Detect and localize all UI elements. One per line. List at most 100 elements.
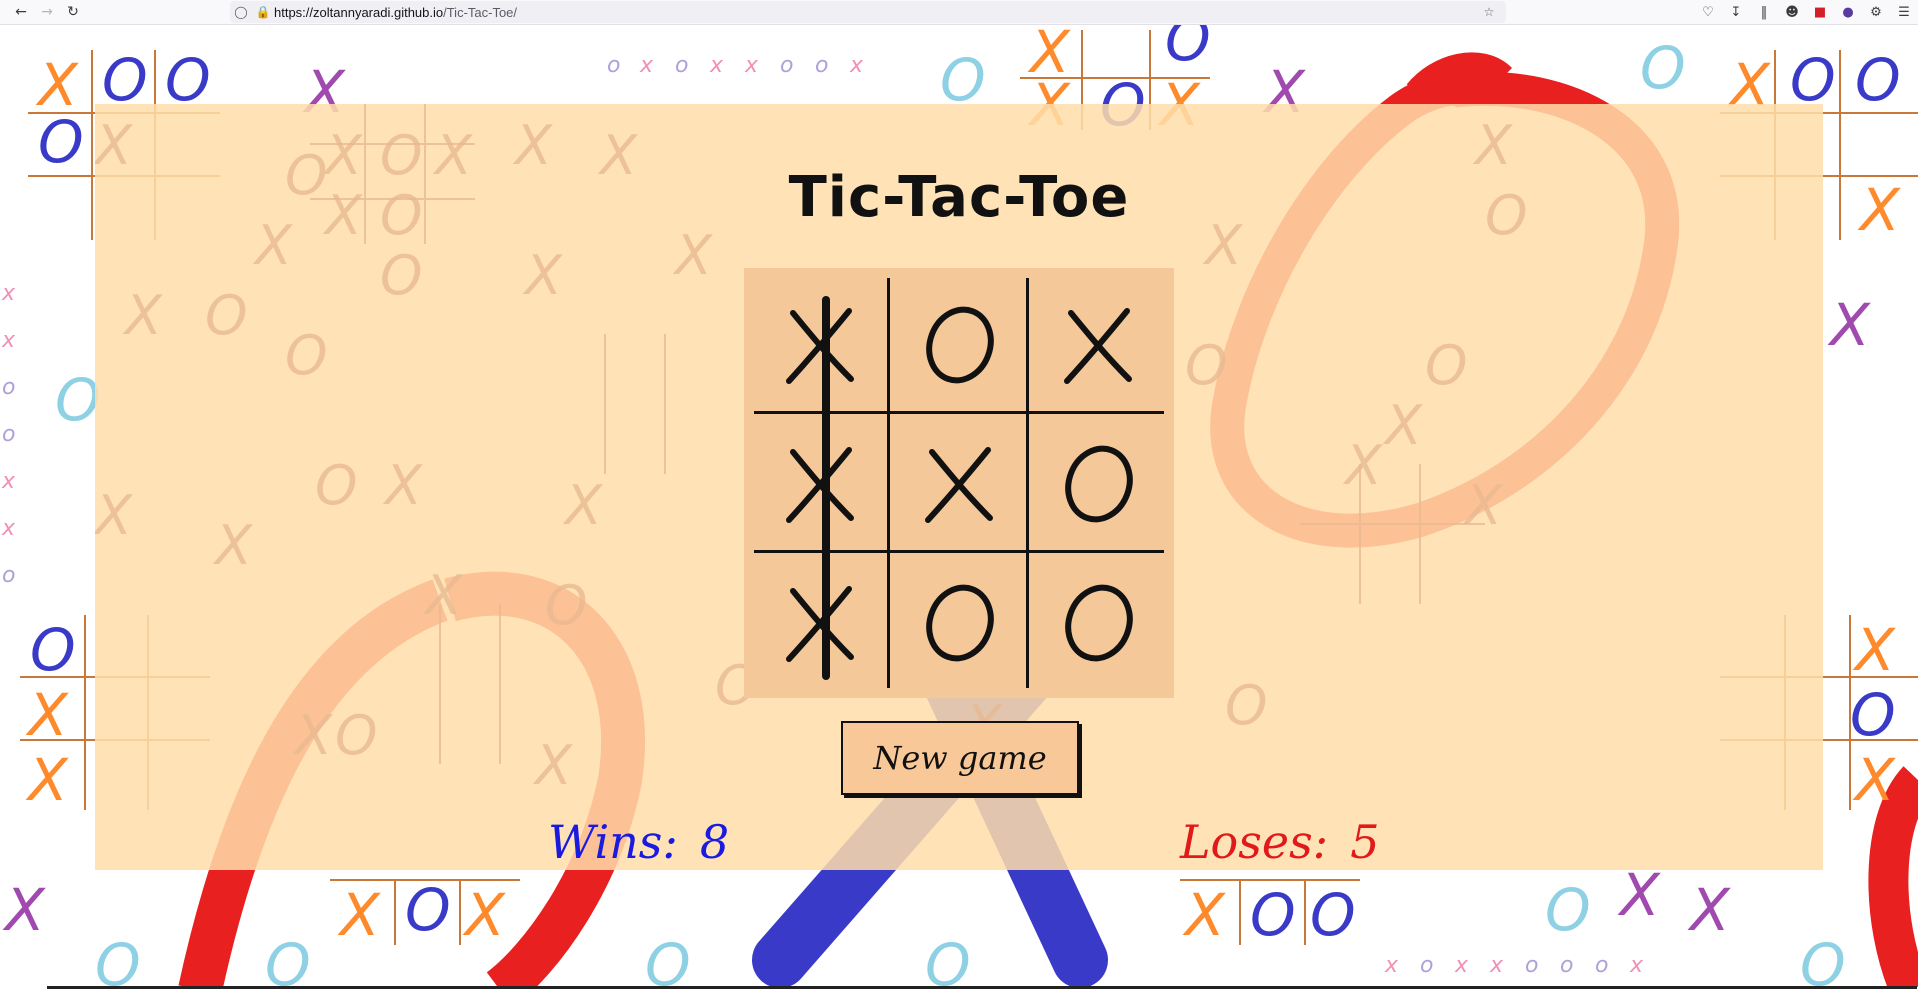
svg-text:x: x [849, 53, 864, 78]
svg-text:X: X [1827, 291, 1871, 359]
svg-text:o: o [2, 375, 15, 400]
svg-text:X: X [1462, 474, 1503, 537]
svg-text:X: X [122, 284, 163, 347]
board-cell-1-3[interactable] [1029, 275, 1165, 411]
svg-text:O: O [1545, 876, 1591, 944]
account-icon[interactable]: ☻ [1778, 0, 1806, 24]
bookmark-star-icon[interactable]: ☆ [1478, 5, 1500, 19]
library-icon[interactable]: ‖ [1750, 0, 1778, 24]
x-mark [1064, 308, 1132, 384]
board-cell-3-2[interactable] [890, 553, 1026, 689]
svg-text:X: X [25, 681, 69, 749]
svg-text:X: X [422, 564, 463, 627]
downloads-icon[interactable]: ↧ [1722, 0, 1750, 24]
svg-text:O: O [335, 704, 378, 767]
back-icon[interactable]: ← [8, 1, 34, 23]
svg-text:O: O [265, 931, 311, 989]
svg-text:X: X [532, 734, 573, 797]
extension-ublock-icon[interactable]: ■ [1806, 0, 1834, 24]
svg-text:x: x [1629, 953, 1644, 978]
svg-text:O: O [1225, 674, 1268, 737]
svg-text:O: O [1250, 881, 1296, 949]
board-cell-2-2[interactable] [890, 414, 1026, 550]
svg-text:X: X [2, 876, 46, 944]
svg-text:o: o [815, 53, 828, 78]
svg-text:O: O [1855, 46, 1901, 114]
board-cell-3-1[interactable] [751, 553, 887, 689]
svg-text:x: x [1384, 953, 1399, 978]
svg-text:O: O [925, 931, 971, 989]
svg-text:o: o [675, 53, 688, 78]
o-mark [926, 584, 994, 662]
shield-icon[interactable]: ◯ [230, 5, 252, 19]
board-cell-2-3[interactable] [1029, 414, 1165, 550]
loses-score: Loses: 5 [1180, 815, 1379, 869]
svg-text:O: O [545, 574, 588, 637]
forward-icon[interactable]: → [34, 1, 60, 23]
svg-text:X: X [562, 474, 603, 537]
menu-icon[interactable]: ☰ [1890, 0, 1918, 24]
extension-profile-icon[interactable]: ● [1834, 0, 1862, 24]
svg-text:X: X [522, 244, 563, 307]
board-cell-3-3[interactable] [1029, 553, 1165, 689]
board-cell-2-1[interactable] [751, 414, 887, 550]
pocket-icon[interactable]: ♡ [1694, 0, 1722, 24]
game-board [744, 268, 1174, 698]
wins-score: Wins: 8 [548, 815, 729, 869]
o-mark [1065, 445, 1133, 523]
svg-text:X: X [1617, 861, 1661, 929]
svg-text:o: o [1595, 953, 1608, 978]
extensions-icon[interactable]: ⚙ [1862, 0, 1890, 24]
svg-text:O: O [405, 876, 451, 944]
x-mark [786, 447, 854, 523]
svg-text:x: x [1, 281, 16, 306]
new-game-button[interactable]: New game [841, 721, 1079, 795]
url-bar[interactable]: ◯ 🔒 https://zoltannyaradi.github.io/Tic-… [230, 1, 1506, 23]
board-cell-1-1[interactable] [751, 275, 887, 411]
svg-text:O: O [30, 616, 76, 684]
browser-toolbar: ← → ↻ ◯ 🔒 https://zoltannyaradi.github.i… [0, 0, 1918, 25]
reload-icon[interactable]: ↻ [60, 1, 86, 23]
svg-text:X: X [462, 881, 506, 949]
svg-text:x: x [709, 53, 724, 78]
svg-text:o: o [780, 53, 793, 78]
svg-text:X: X [25, 746, 69, 814]
svg-text:O: O [1310, 881, 1356, 949]
svg-text:O: O [1640, 34, 1686, 102]
board-cell-1-2[interactable] [890, 275, 1026, 411]
svg-text:X: X [382, 454, 423, 517]
svg-text:X: X [212, 514, 253, 577]
svg-text:o: o [1525, 953, 1538, 978]
svg-text:O: O [285, 324, 328, 387]
svg-text:x: x [1, 516, 16, 541]
svg-text:O: O [1165, 25, 1211, 74]
svg-text:x: x [1, 469, 16, 494]
svg-text:O: O [1800, 931, 1846, 989]
loses-label: Loses: [1180, 815, 1329, 869]
loses-value: 5 [1350, 815, 1380, 869]
svg-text:O: O [1185, 334, 1228, 397]
svg-text:X: X [337, 881, 381, 949]
svg-text:O: O [1850, 681, 1896, 749]
svg-text:o: o [1560, 953, 1573, 978]
svg-text:O: O [315, 454, 358, 517]
wins-value: 8 [699, 815, 730, 869]
svg-text:O: O [380, 244, 423, 307]
svg-text:X: X [1182, 881, 1226, 949]
wins-label: Wins: [548, 815, 678, 869]
svg-text:X: X [1852, 746, 1896, 814]
x-mark [786, 586, 854, 662]
svg-text:X: X [1342, 434, 1383, 497]
svg-text:x: x [1489, 953, 1504, 978]
svg-text:X: X [1687, 876, 1731, 944]
url-path: /Tic-Tac-Toe/ [443, 4, 518, 20]
o-mark [926, 306, 994, 384]
svg-text:X: X [1852, 616, 1896, 684]
svg-text:X: X [292, 704, 333, 767]
svg-text:O: O [205, 284, 248, 347]
x-mark [786, 308, 854, 384]
svg-text:O: O [95, 931, 141, 989]
svg-text:X: X [95, 484, 133, 547]
lock-icon[interactable]: 🔒 [252, 5, 274, 19]
svg-text:o: o [2, 422, 15, 447]
